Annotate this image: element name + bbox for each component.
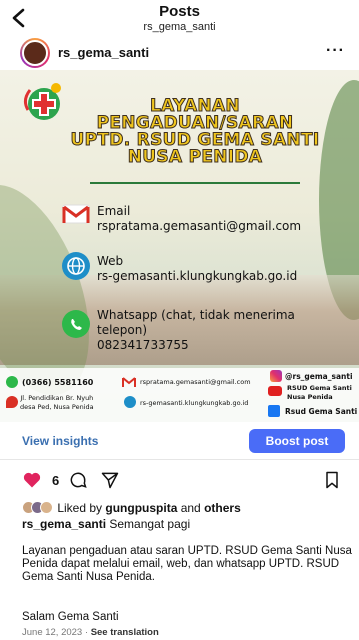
web-contact: Web rs-gemasanti.klungkungkab.go.id (97, 254, 297, 284)
footer-youtube-line: Nusa Penida (287, 393, 333, 401)
hospital-logo-icon (23, 83, 61, 120)
liker-avatars (22, 501, 54, 514)
whatsapp-label: Whatsapp (chat, tidak menerima (97, 308, 295, 322)
share-icon[interactable] (100, 470, 120, 490)
view-insights-link[interactable]: View insights (22, 434, 98, 448)
gmail-small-icon (122, 377, 136, 387)
post-header: rs_gema_santi ··· (0, 36, 359, 70)
liked-by-and: and (177, 501, 205, 515)
boost-post-button[interactable]: Boost post (249, 429, 345, 453)
web-globe-icon (62, 252, 90, 280)
top-bar: Posts rs_gema_santi (0, 0, 359, 36)
email-contact: Email rspratama.gemasanti@gmail.com (97, 204, 301, 234)
caption-text: Semangat pagi (106, 517, 191, 531)
banner-divider (90, 182, 300, 184)
liked-by-others[interactable]: others (204, 501, 241, 515)
page-subtitle: rs_gema_santi (143, 21, 216, 33)
post-image[interactable]: LAYANAN PENGADUAN/SARAN UPTD. RSUD GEMA … (0, 70, 359, 422)
footer-instagram: @rs_gema_santi (285, 372, 353, 381)
liked-by-prefix: Liked by (57, 501, 106, 515)
post-date: June 12, 2023 · See translation (22, 627, 159, 638)
email-label: Email (97, 204, 131, 218)
action-row: 6 (0, 466, 359, 494)
phone-icon (6, 376, 18, 388)
web-address: rs-gemasanti.klungkungkab.go.id (97, 269, 298, 283)
footer-address-line: Jl. Pendidikan Br. Nyuh (20, 394, 94, 402)
globe-small-icon (124, 396, 136, 408)
footer-phone: (0366) 5581160 (22, 378, 94, 387)
caption: rs_gema_santi Semangat pagi (22, 517, 190, 531)
image-footer: (0366) 5581160 Jl. Pendidikan Br. Nyuh d… (0, 368, 359, 422)
page-title: Posts (159, 3, 200, 20)
avatar[interactable] (20, 38, 50, 68)
bookmark-icon[interactable] (322, 470, 342, 490)
banner-title-line: NUSA PENIDA (127, 147, 263, 167)
insights-bar: View insights Boost post (0, 422, 359, 460)
see-translation-link[interactable]: See translation (91, 627, 159, 638)
location-pin-icon (6, 396, 18, 408)
footer-youtube: RSUD Gema Santi Nusa Penida (287, 384, 352, 402)
post-date-text: June 12, 2023 (22, 627, 83, 638)
youtube-icon (268, 386, 282, 396)
whatsapp-number: 082341733755 (97, 338, 189, 352)
web-label: Web (97, 254, 124, 268)
caption-body: Layanan pengaduan atau saran UPTD. RSUD … (22, 545, 352, 583)
banner-title: LAYANAN PENGADUAN/SARAN UPTD. RSUD GEMA … (70, 97, 320, 167)
footer-email: rspratama.gemasanti@gmail.com (140, 378, 251, 386)
footer-web: rs-gemasanti.klungkungkab.go.id (140, 399, 249, 407)
footer-address-line: desa Ped, Nusa Penida (20, 403, 94, 411)
heart-icon[interactable] (22, 470, 42, 490)
facebook-icon (268, 405, 280, 417)
liked-by-user[interactable]: gungpuspita (105, 501, 177, 515)
liked-by[interactable]: Liked by gungpuspita and others (22, 501, 241, 515)
instagram-icon (270, 370, 282, 382)
whatsapp-icon (62, 310, 90, 338)
whatsapp-contact: Whatsapp (chat, tidak menerima telepon) … (97, 308, 295, 353)
caption-closing: Salam Gema Santi (22, 611, 119, 623)
email-address: rspratama.gemasanti@gmail.com (97, 219, 302, 233)
caption-username[interactable]: rs_gema_santi (22, 517, 106, 531)
footer-facebook: Rsud Gema Santi (285, 407, 358, 416)
date-separator: · (82, 627, 91, 638)
comment-icon[interactable] (68, 470, 88, 490)
more-options-icon[interactable]: ··· (326, 42, 345, 60)
whatsapp-label-2: telepon) (97, 323, 148, 337)
footer-youtube-line: RSUD Gema Santi (287, 384, 352, 392)
post-username[interactable]: rs_gema_santi (58, 45, 149, 60)
like-count: 6 (52, 473, 60, 488)
footer-address: Jl. Pendidikan Br. Nyuh desa Ped, Nusa P… (20, 394, 94, 412)
gmail-icon (62, 204, 90, 224)
